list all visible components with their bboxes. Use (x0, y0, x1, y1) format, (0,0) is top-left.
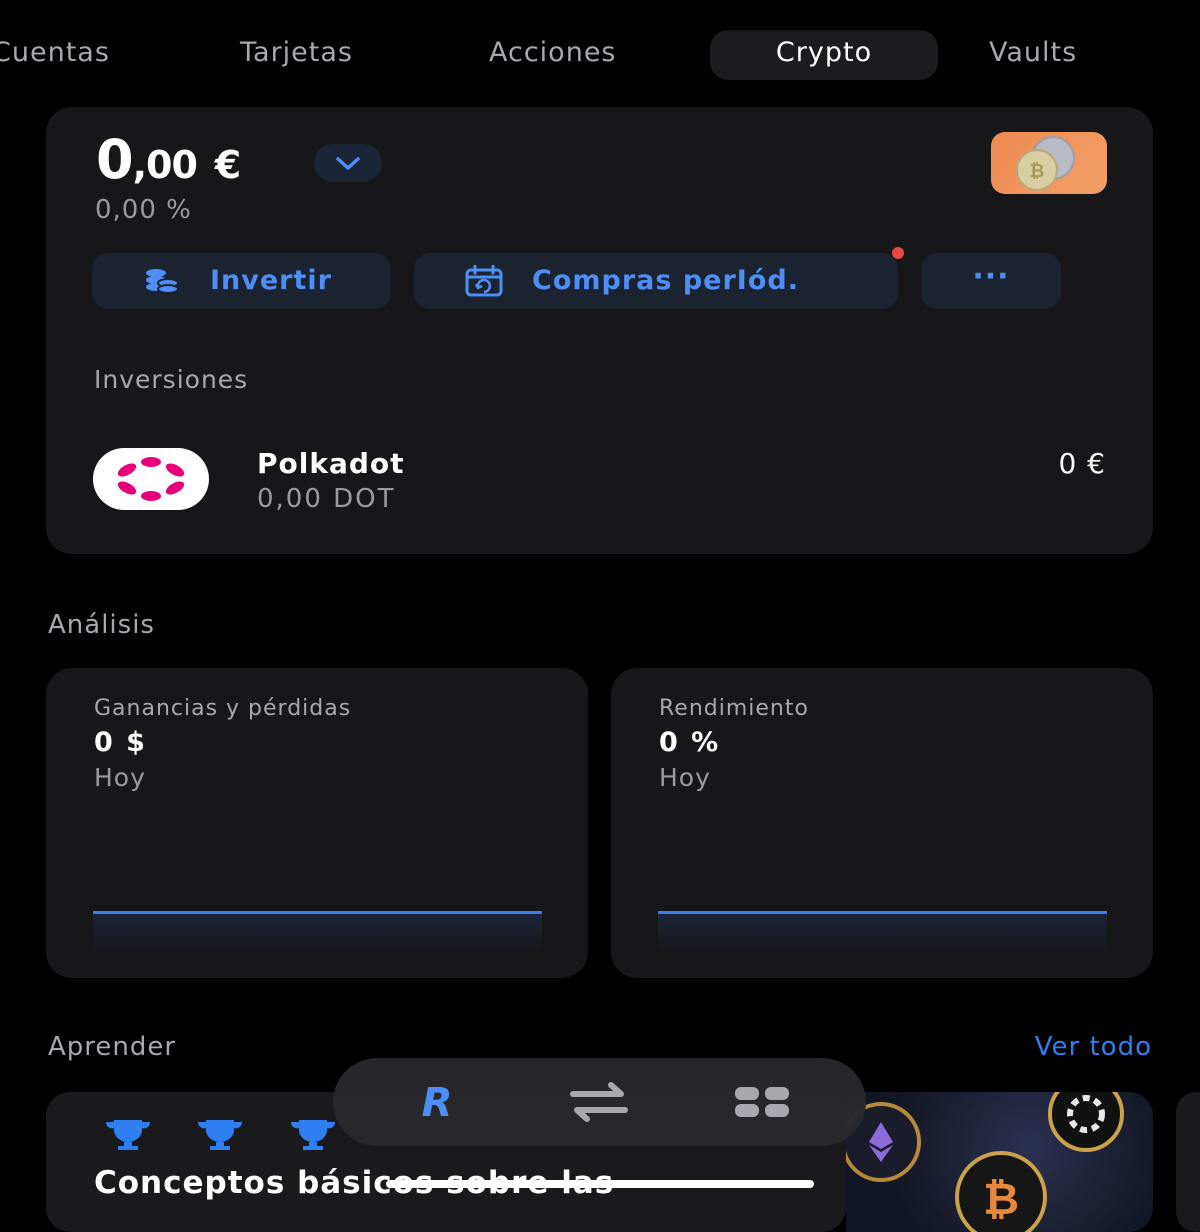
crypto-coins-icon[interactable]: ₿ (991, 132, 1107, 194)
asset-name: Polkadot (257, 447, 405, 480)
asset-amount: 0,00 DOT (257, 484, 396, 514)
pnl-title: Ganancias y pérdidas (94, 696, 352, 721)
nav-home-button[interactable]: R (395, 1072, 479, 1132)
portfolio-balance: 0,00 € (96, 128, 241, 191)
pnl-period: Hoy (94, 763, 146, 792)
balance-decimals: ,00 (132, 143, 198, 187)
revolut-icon: R (422, 1080, 453, 1126)
calendar-repeat-icon (465, 265, 503, 297)
trophy-icon (197, 1120, 243, 1150)
polkadot-logo (93, 448, 209, 510)
balance-integer: 0 (96, 128, 134, 191)
grid-icon (735, 1087, 789, 1117)
performance-title: Rendimiento (659, 696, 809, 721)
pnl-sparkline (93, 911, 542, 952)
svg-text:₿: ₿ (1030, 161, 1045, 182)
performance-period: Hoy (659, 763, 711, 792)
performance-sparkline (658, 911, 1107, 952)
coins-stack-icon (146, 269, 179, 294)
portfolio-change: 0,00 % (95, 195, 192, 225)
recurring-buy-button[interactable]: Compras perIód. (414, 253, 898, 309)
chevron-down-icon (336, 157, 360, 170)
nav-transfer-button[interactable] (557, 1072, 641, 1132)
transfer-arrows-icon (570, 1082, 628, 1122)
chevron-down-button[interactable] (314, 144, 382, 182)
recurring-buy-label: Compras perIód. (532, 265, 799, 296)
see-all-link[interactable]: Ver todo (1035, 1032, 1152, 1062)
learn-title: Aprender (48, 1032, 177, 1062)
tab-acciones[interactable]: Acciones (489, 30, 669, 80)
analysis-title: Análisis (48, 610, 155, 640)
trophy-icon (105, 1120, 151, 1150)
pnl-value: 0 $ (94, 727, 147, 758)
tab-crypto[interactable]: Crypto (710, 30, 938, 80)
more-button[interactable]: ··· (921, 253, 1061, 309)
bottom-navbar: R (333, 1058, 866, 1146)
tab-cuentas[interactable]: Cuentas (0, 30, 142, 80)
learn-card-next[interactable] (1176, 1092, 1200, 1232)
crypto-coins-illustration: ₿ (846, 1092, 1153, 1232)
trophy-icon (290, 1120, 336, 1150)
notification-dot (892, 247, 904, 259)
asset-value: 0 € (1058, 447, 1106, 480)
more-dots-icon: ··· (972, 259, 1010, 294)
svg-text:R: R (422, 1080, 453, 1126)
investments-title: Inversiones (94, 365, 249, 394)
tab-vaults[interactable]: Vaults (989, 30, 1119, 80)
tab-tarjetas[interactable]: Tarjetas (240, 30, 400, 80)
invest-button[interactable]: Invertir (92, 253, 391, 309)
nav-hub-button[interactable] (721, 1072, 805, 1132)
performance-value: 0 % (659, 727, 721, 758)
home-indicator[interactable] (386, 1180, 814, 1188)
balance-currency: € (214, 143, 241, 187)
invest-label: Invertir (210, 265, 332, 296)
